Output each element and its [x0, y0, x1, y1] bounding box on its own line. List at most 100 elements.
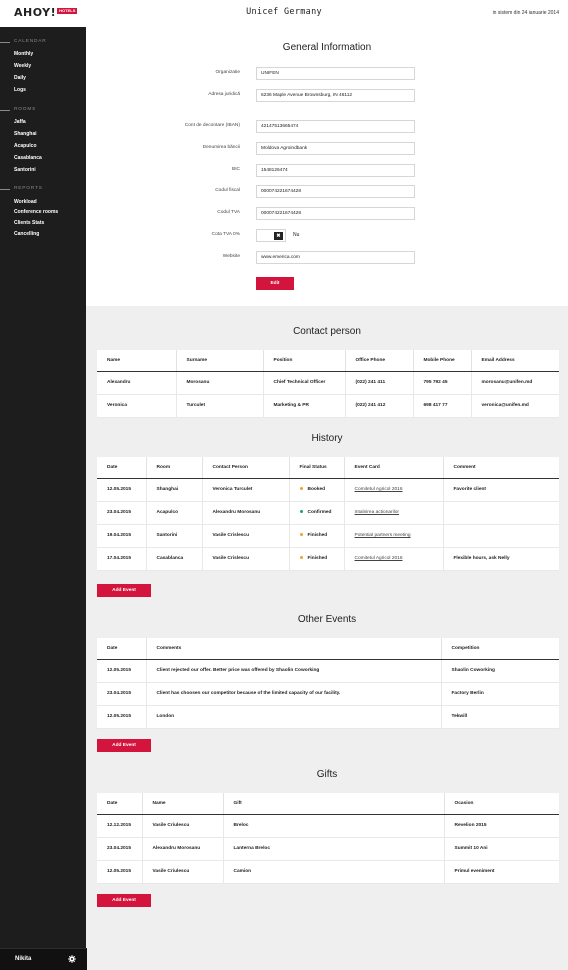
add-other-event-button[interactable]: Add Event — [97, 739, 151, 752]
column-header: Date — [97, 793, 143, 815]
section-rule — [0, 42, 10, 43]
table-row[interactable]: 23.04.2015 Acapulco Alexandru Morosanu C… — [97, 501, 559, 525]
contact-mobile-phone: 795 792 45 — [413, 371, 472, 395]
history-date: 12.05.2015 — [97, 478, 147, 502]
history-contact: Vasile Crislescu — [202, 524, 290, 548]
edit-button[interactable]: Edit — [256, 277, 294, 290]
contact-name: Alexandru — [97, 371, 177, 395]
other-event-date: 12.05.2015 — [97, 659, 147, 683]
column-header: Contact Person — [202, 457, 290, 479]
contact-name: Veronica — [97, 394, 177, 418]
history-room: Acapulco — [146, 501, 203, 525]
table-row[interactable]: 12.12.2015 Vasile Criulescu Brelоc Revel… — [97, 814, 559, 838]
sidebar-item-monthly[interactable]: Monthly — [14, 51, 33, 57]
gift-item: Camion — [223, 860, 445, 884]
gift-occasion: Revelion 2015 — [444, 814, 559, 838]
website-field[interactable]: www.emerica.com — [256, 251, 415, 264]
add-gift-event-button[interactable]: Add Event — [97, 894, 151, 907]
organization-field[interactable]: UNIFEN — [256, 67, 415, 80]
legal-address-field[interactable]: 6236 Maple Avenue Brownsburg, IN 46112 — [256, 89, 415, 102]
contact-office-phone: (022) 241 411 — [345, 371, 414, 395]
table-row[interactable]: Alexandru Morosanu Chief Technical Offic… — [97, 371, 559, 395]
vat-zero-answer: Nu — [293, 232, 300, 238]
other-event-comment: Client has choosen our competitor becaus… — [146, 682, 442, 706]
column-header: Comments — [146, 638, 442, 660]
table-row[interactable]: 17.04.2015 Casablanca Vasile Crislescu F… — [97, 547, 559, 571]
contact-surname: Turculet — [176, 394, 264, 418]
history-contact: Veronica Turculet — [202, 478, 290, 502]
event-card-link[interactable]: Comitetul Agricol 2016 — [355, 556, 403, 561]
column-header: Office Phone — [345, 350, 414, 372]
fiscal-code-field[interactable]: 000074221674428 — [256, 185, 415, 198]
sidebar-item-clients-stats[interactable]: Clients Stats — [14, 220, 44, 226]
gear-icon[interactable] — [68, 955, 76, 963]
bank-name-field[interactable]: Moldova Agroindbank — [256, 142, 415, 155]
iban-field[interactable]: 42147513665474 — [256, 120, 415, 133]
contact-office-phone: (022) 241 412 — [345, 394, 414, 418]
gift-date: 23.04.2015 — [97, 837, 143, 861]
table-row[interactable]: 19.04.2015 Santorini Vasile Crislescu Fi… — [97, 524, 559, 548]
history-date: 17.04.2015 — [97, 547, 147, 571]
event-card-link[interactable]: Potential partners meeting — [355, 533, 411, 538]
close-icon: ✖ — [274, 232, 283, 240]
contact-email[interactable]: veronica@unifen.md — [471, 394, 559, 418]
page-title: Unicef Germany — [246, 7, 322, 17]
event-card-link[interactable]: Intalnirea actionarilor — [355, 510, 400, 515]
sidebar-item-casablanca[interactable]: Casablanca — [14, 155, 42, 161]
history-comment — [443, 524, 559, 548]
gift-item: Lanterna Breloc — [223, 837, 445, 861]
other-event-competition: Factory Berlin — [441, 682, 559, 706]
history-room: Shanghai — [146, 478, 203, 502]
table-row[interactable]: 12.05.2015 Client rejected our offer. Be… — [97, 659, 559, 683]
sidebar-item-santorini[interactable]: Santorini — [14, 167, 36, 173]
history-table: Date Room Contact Person Final Status Ev… — [97, 457, 559, 571]
table-row[interactable]: 12.05.2015 Vasile Criulescu Camion Primu… — [97, 860, 559, 884]
table-row[interactable]: 12.05.2015 London Tekwill — [97, 705, 559, 729]
sidebar-item-jaffa[interactable]: Jaffa — [14, 119, 26, 125]
field-label-iban: Cont de decontare (IBAN) — [184, 123, 240, 128]
sidebar-item-cancelling[interactable]: Cancelling — [14, 231, 39, 237]
status-label: Confirmed — [307, 510, 332, 515]
sidebar-item-acapulco[interactable]: Acapulco — [14, 143, 37, 149]
column-header: Event Card — [344, 457, 444, 479]
other-event-date: 12.05.2015 — [97, 705, 147, 729]
user-bar: Nikita — [0, 948, 87, 970]
status-dot-icon — [299, 487, 303, 491]
history-status: Confirmed — [289, 501, 345, 525]
sidebar-item-conference-rooms[interactable]: Conference rooms — [14, 209, 58, 215]
vat-zero-checkbox[interactable]: ✖ — [256, 229, 286, 242]
gift-recipient: Alexandru Morosanu — [142, 837, 224, 861]
sidebar-item-workload[interactable]: Workload — [14, 199, 37, 205]
vat-code-field[interactable]: 000074221674428 — [256, 207, 415, 220]
history-date: 19.04.2015 — [97, 524, 147, 548]
column-header: Name — [97, 350, 177, 372]
column-header: Final Status — [289, 457, 345, 479]
sidebar-item-daily[interactable]: Daily — [14, 75, 26, 81]
column-header: Name — [142, 793, 224, 815]
history-status: Booked — [289, 478, 345, 502]
column-header: Date — [97, 457, 147, 479]
add-history-event-button[interactable]: Add Event — [97, 584, 151, 597]
user-name[interactable]: Nikita — [15, 956, 31, 962]
table-row[interactable]: 23.04.2015 Alexandru Morosanu Lanterna B… — [97, 837, 559, 861]
contact-mobile-phone: 698 417 77 — [413, 394, 472, 418]
event-card-link[interactable]: Comitetul Agricol 2016 — [355, 487, 403, 492]
since-date: in sistem din 24 ianuarie 2014 — [492, 10, 559, 16]
other-event-comment: Client rejected our offer. Better price … — [146, 659, 442, 683]
table-row[interactable]: 23.04.2015 Client has choosen our compet… — [97, 682, 559, 706]
status-dot-icon — [299, 533, 303, 537]
column-header: Competition — [441, 638, 559, 660]
status-dot-icon — [299, 556, 303, 560]
table-row[interactable]: Veronica Turculet Marketing & PR (022) 2… — [97, 394, 559, 418]
table-row[interactable]: 12.05.2015 Shanghai Veronica Turculet Bo… — [97, 478, 559, 502]
history-event-card: Potential partners meeting — [344, 524, 444, 548]
sidebar-item-shanghai[interactable]: Shanghai — [14, 131, 37, 137]
gift-date: 12.12.2015 — [97, 814, 143, 838]
bic-field[interactable]: 1548126474 — [256, 164, 415, 177]
sidebar-item-weekly[interactable]: Weekly — [14, 63, 31, 69]
history-comment — [443, 501, 559, 525]
table-header-row: Date Name Gift Ocasion — [97, 793, 559, 815]
sidebar-item-logs[interactable]: Logs — [14, 87, 26, 93]
gift-item: Brelоc — [223, 814, 445, 838]
contact-email[interactable]: morosanu@unifen.md — [471, 371, 559, 395]
